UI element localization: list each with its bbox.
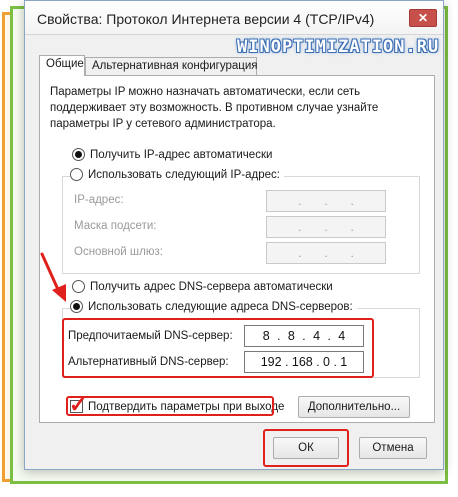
ip-manual-radio[interactable] bbox=[70, 168, 83, 181]
general-tab-panel: Параметры IP можно назначать автоматичес… bbox=[39, 75, 435, 423]
ip-auto-radio[interactable] bbox=[72, 148, 85, 161]
cancel-button[interactable]: Отмена bbox=[359, 437, 427, 459]
tab-alternate-config[interactable]: Альтернативная конфигурация bbox=[85, 57, 258, 75]
watermark-logo: WINOPTIMIZATION.RU bbox=[237, 37, 440, 57]
alternate-dns-field[interactable]: 192. 168. 0. 1 bbox=[244, 351, 364, 373]
alternate-dns-label: Альтернативный DNS-сервер: bbox=[68, 356, 229, 368]
advanced-button[interactable]: Дополнительно... bbox=[298, 396, 410, 418]
ip-address-label: IP-адрес: bbox=[74, 194, 124, 206]
dns-manual-label: Использовать следующие адреса DNS-сервер… bbox=[88, 300, 353, 313]
close-icon: ✕ bbox=[417, 11, 429, 25]
ok-button[interactable]: ОК bbox=[273, 437, 339, 459]
ip-auto-option[interactable]: Получить IP-адрес автоматически bbox=[72, 148, 272, 161]
dns-auto-label: Получить адрес DNS-сервера автоматически bbox=[90, 280, 333, 293]
default-gateway-field[interactable]: ... bbox=[266, 242, 386, 264]
default-gateway-label: Основной шлюз: bbox=[74, 246, 163, 258]
dns-auto-option[interactable]: Получить адрес DNS-сервера автоматически bbox=[72, 280, 333, 293]
tcpipv4-properties-dialog: Свойства: Протокол Интернета версии 4 (T… bbox=[24, 0, 444, 470]
close-button[interactable]: ✕ bbox=[409, 9, 437, 27]
window-title: Свойства: Протокол Интернета версии 4 (T… bbox=[37, 11, 375, 27]
preferred-dns-label: Предпочитаемый DNS-сервер: bbox=[68, 330, 233, 342]
validate-highlight-box bbox=[66, 396, 274, 416]
ip-address-field[interactable]: ... bbox=[266, 190, 386, 212]
title-bar: Свойства: Протокол Интернета версии 4 (T… bbox=[25, 1, 443, 35]
ip-manual-label: Использовать следующий IP-адрес: bbox=[88, 168, 280, 181]
subnet-mask-label: Маска подсети: bbox=[74, 220, 157, 232]
preferred-dns-field[interactable]: 8.8.4.4 bbox=[244, 325, 364, 347]
description-text: Параметры IP можно назначать автоматичес… bbox=[50, 86, 379, 130]
dns-manual-option[interactable]: Использовать следующие адреса DNS-сервер… bbox=[70, 300, 357, 313]
annotation-arrow-icon bbox=[40, 252, 66, 302]
tab-general[interactable]: Общие bbox=[39, 55, 85, 76]
subnet-mask-field[interactable]: ... bbox=[266, 216, 386, 238]
ip-manual-option[interactable]: Использовать следующий IP-адрес: bbox=[70, 168, 284, 181]
ip-auto-label: Получить IP-адрес автоматически bbox=[90, 148, 273, 161]
